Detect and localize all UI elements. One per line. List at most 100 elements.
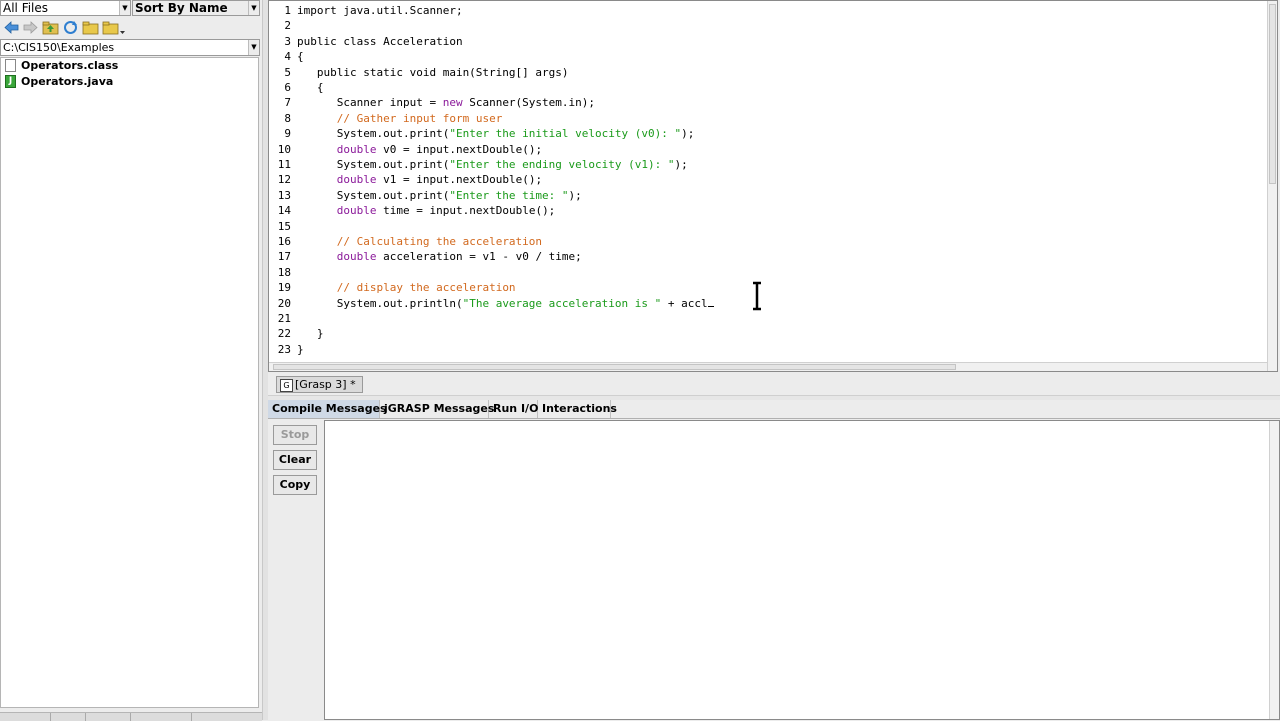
- line-number: 22: [277, 327, 291, 341]
- code-line[interactable]: double v1 = input.nextDouble();: [297, 172, 542, 187]
- code-token: import java.util.Scanner;: [297, 4, 463, 17]
- file-name: Operators.java: [21, 75, 114, 88]
- tab-jgrasp-messages[interactable]: jGRASP Messages: [380, 400, 494, 418]
- line-number: 21: [277, 312, 291, 325]
- editor-horizontal-scrollbar[interactable]: [269, 362, 1267, 371]
- sort-dropdown[interactable]: Sort By Name ▼: [132, 0, 260, 16]
- back-arrow-icon[interactable]: [3, 19, 20, 36]
- code-line[interactable]: double time = input.nextDouble();: [297, 203, 556, 218]
- text-cursor-icon: [753, 281, 761, 311]
- copy-button[interactable]: Copy: [273, 475, 317, 495]
- code-line[interactable]: public class Acceleration: [297, 34, 463, 49]
- window-tab[interactable]: G [Grasp 3] *: [276, 376, 363, 393]
- code-line[interactable]: System.out.print("Enter the initial velo…: [297, 126, 695, 141]
- line-number: 20: [277, 296, 291, 310]
- messages-vertical-scrollbar[interactable]: [1269, 421, 1279, 719]
- refresh-icon[interactable]: [62, 19, 79, 36]
- code-editor[interactable]: 1 2 3 4 5 6 7 8 9 10 11 12 13 14 15 16 17 18 19 20 21 22 23 im…: [268, 0, 1278, 372]
- tab-compile-messages[interactable]: Compile Messages: [268, 400, 387, 418]
- line-number: 10: [277, 142, 291, 156]
- folder-menu-icon[interactable]: [102, 19, 126, 36]
- string-token: "Enter the ending velocity (v1): ": [449, 158, 675, 171]
- list-item[interactable]: J Operators.java: [1, 74, 258, 90]
- line-number: 19: [277, 281, 291, 295]
- code-token: System.out.print(: [297, 158, 450, 171]
- stop-button[interactable]: Stop: [273, 425, 317, 445]
- folder-icon[interactable]: [82, 19, 99, 36]
- scrollbar-thumb[interactable]: [1269, 4, 1276, 184]
- code-token: Scanner(System.in);: [462, 96, 596, 110]
- line-number: 15: [277, 219, 291, 233]
- line-number: 18: [277, 265, 291, 279]
- comment-token: // Calculating the acceleration: [336, 235, 543, 248]
- line-number: 3: [284, 34, 291, 48]
- line-number: 6: [284, 81, 291, 94]
- code-token: System.out.print(: [297, 127, 450, 141]
- code-line[interactable]: // Calculating the acceleration: [297, 234, 542, 249]
- list-item[interactable]: Operators.class: [1, 58, 258, 74]
- keyword-token: double: [336, 173, 377, 187]
- string-token: "Enter the initial velocity (v0): ": [449, 127, 682, 141]
- code-token: + accl: [661, 296, 708, 310]
- code-token: v0 = input.nextDouble();: [376, 142, 543, 156]
- code-token: v1 = input.nextDouble();: [376, 173, 543, 187]
- directory-path-value: C:\CIS150\Examples: [3, 41, 115, 54]
- code-line[interactable]: }: [297, 326, 324, 341]
- file-filter-dropdown[interactable]: All Files ▼: [0, 0, 131, 16]
- code-line[interactable]: double v0 = input.nextDouble();: [297, 142, 542, 157]
- code-line[interactable]: {: [297, 80, 324, 95]
- code-line[interactable]: {: [297, 49, 304, 64]
- line-number: 7: [284, 96, 291, 110]
- code-line[interactable]: }: [297, 342, 304, 357]
- code-token: {: [297, 50, 304, 64]
- code-line[interactable]: public static void main(String[] args): [297, 65, 569, 80]
- editor-vertical-scrollbar[interactable]: [1267, 1, 1277, 371]
- line-number-gutter: 1 2 3 4 5 6 7 8 9 10 11 12 13 14 15 16 17 18 19 20 21 22 23: [269, 1, 291, 361]
- code-token: time = input.nextDouble();: [376, 204, 556, 218]
- directory-path-dropdown[interactable]: C:\CIS150\Examples ▼: [0, 39, 260, 56]
- code-line[interactable]: // Gather input form user: [297, 111, 503, 126]
- code-token: System.out.println(: [297, 296, 463, 310]
- code-line[interactable]: import java.util.Scanner;: [297, 3, 463, 18]
- message-button-panel: Stop Clear Copy: [268, 420, 322, 720]
- code-token: );: [674, 158, 688, 171]
- file-name: Operators.class: [21, 59, 119, 72]
- class-file-icon: [5, 59, 16, 72]
- code-line[interactable]: Scanner input = new Scanner(System.in);: [297, 95, 595, 110]
- tab-run-io[interactable]: Run I/O: [489, 400, 538, 418]
- chevron-down-icon[interactable]: ▼: [248, 1, 259, 15]
- file-list: Operators.class J Operators.java: [0, 57, 259, 708]
- code-line[interactable]: double acceleration = v1 - v0 / time;: [297, 249, 582, 264]
- code-token: public class Acceleration: [297, 34, 463, 48]
- window-tab-bar: G [Grasp 3] *: [268, 373, 1280, 395]
- java-file-icon: J: [5, 75, 16, 88]
- keyword-token: double: [336, 142, 377, 156]
- code-token: }: [297, 342, 304, 356]
- keyword-token: new: [442, 96, 463, 110]
- parent-folder-icon[interactable]: [42, 19, 59, 36]
- code-token: Scanner input =: [297, 96, 443, 110]
- chevron-down-icon[interactable]: ▼: [248, 40, 259, 55]
- keyword-token: double: [336, 204, 377, 218]
- code-line[interactable]: System.out.println("The average accelera…: [297, 296, 714, 311]
- code-line[interactable]: System.out.print("Enter the ending veloc…: [297, 157, 688, 172]
- code-token: );: [568, 188, 582, 202]
- scrollbar-thumb[interactable]: [273, 364, 956, 370]
- line-number: 9: [284, 127, 291, 141]
- compile-messages-output[interactable]: [324, 420, 1280, 720]
- line-number: 11: [277, 158, 291, 171]
- comment-token: // Gather input form user: [336, 111, 503, 125]
- tab-interactions[interactable]: Interactions: [538, 400, 617, 418]
- code-line[interactable]: // display the acceleration: [297, 280, 516, 295]
- clear-button[interactable]: Clear: [273, 450, 317, 470]
- line-number: 14: [277, 204, 291, 218]
- chevron-down-icon[interactable]: ▼: [119, 1, 130, 15]
- string-token: "Enter the time: ": [449, 188, 569, 202]
- code-line[interactable]: System.out.print("Enter the time: ");: [297, 188, 582, 203]
- forward-arrow-icon[interactable]: [22, 19, 39, 36]
